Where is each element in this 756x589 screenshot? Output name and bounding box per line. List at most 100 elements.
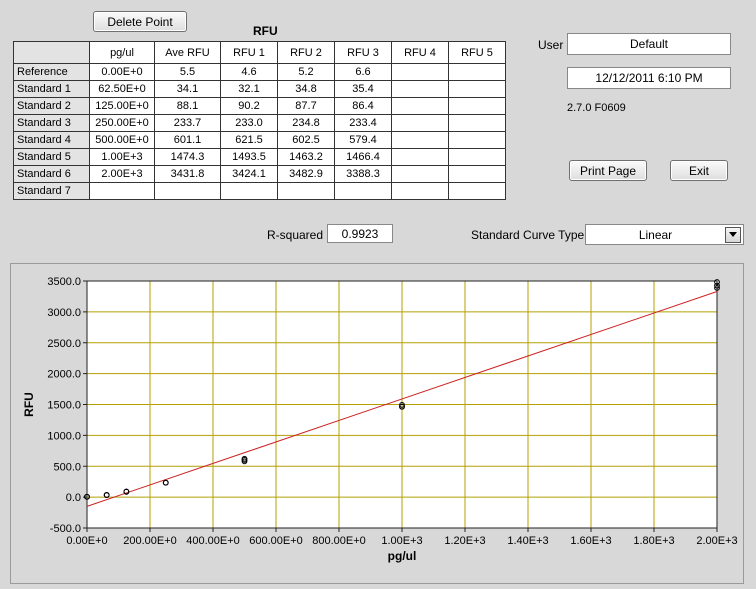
curve-type-value: Linear — [638, 227, 673, 242]
column-header: RFU 2 — [277, 41, 335, 64]
rsquared-value: 0.9923 — [327, 224, 393, 243]
y-tick-label: 0.0 — [66, 492, 81, 504]
table-cell[interactable] — [448, 63, 506, 81]
print-page-button[interactable]: Print Page — [569, 160, 647, 181]
x-tick-label: 0.00E+0 — [66, 535, 107, 547]
x-tick-label: 800.00E+0 — [312, 535, 366, 547]
table-cell[interactable] — [89, 182, 155, 200]
table-cell[interactable]: 233.4 — [334, 114, 392, 132]
table-corner-cell — [13, 41, 90, 64]
column-header: RFU 1 — [220, 41, 278, 64]
x-tick-label: 200.00E+0 — [123, 535, 177, 547]
rfu-table: pg/ul Ave RFU RFU 1 RFU 2 RFU 3 RFU 4 RF… — [13, 41, 506, 200]
table-cell[interactable]: 62.50E+0 — [89, 80, 155, 98]
table-title: RFU — [253, 24, 278, 38]
table-cell[interactable]: 1463.2 — [277, 148, 335, 166]
table-cell[interactable]: 3388.3 — [334, 165, 392, 183]
column-header: RFU 5 — [448, 41, 506, 64]
x-tick-label: 2.00E+3 — [696, 535, 737, 547]
table-cell[interactable] — [154, 182, 221, 200]
table-cell[interactable]: 2.00E+3 — [89, 165, 155, 183]
table-cell[interactable] — [448, 97, 506, 115]
table-cell[interactable] — [391, 165, 449, 183]
table-cell[interactable] — [448, 165, 506, 183]
table-cell[interactable]: 87.7 — [277, 97, 335, 115]
table-cell[interactable] — [391, 80, 449, 98]
y-tick-label: 3500.0 — [47, 276, 81, 288]
table-cell[interactable] — [448, 114, 506, 132]
table-cell[interactable]: 88.1 — [154, 97, 221, 115]
table-cell[interactable]: 0.00E+0 — [89, 63, 155, 81]
table-cell[interactable] — [391, 182, 449, 200]
table-cell[interactable] — [448, 80, 506, 98]
x-tick-label: 1.40E+3 — [507, 535, 548, 547]
y-axis-label: RFU — [22, 392, 36, 417]
table-cell[interactable]: 35.4 — [334, 80, 392, 98]
table-cell[interactable]: 621.5 — [220, 131, 278, 149]
delete-point-button[interactable]: Delete Point — [93, 11, 187, 32]
table-cell[interactable]: 90.2 — [220, 97, 278, 115]
x-tick-label: 400.00E+0 — [186, 535, 240, 547]
table-cell[interactable]: 500.00E+0 — [89, 131, 155, 149]
table-cell[interactable]: 3482.9 — [277, 165, 335, 183]
table-cell[interactable]: 601.1 — [154, 131, 221, 149]
table-cell[interactable]: 3424.1 — [220, 165, 278, 183]
table-cell[interactable] — [391, 131, 449, 149]
table-cell[interactable]: 5.2 — [277, 63, 335, 81]
exit-button[interactable]: Exit — [670, 160, 728, 181]
table-cell[interactable] — [391, 114, 449, 132]
y-tick-label: 2500.0 — [47, 338, 81, 350]
row-header: Standard 6 — [13, 165, 90, 183]
y-tick-label: 3000.0 — [47, 307, 81, 319]
table-cell[interactable]: 1.00E+3 — [89, 148, 155, 166]
user-label: User — [538, 38, 564, 52]
standard-curve-chart: 0.00E+0 200.00E+0 400.00E+0 600.00E+0 800.00… — [22, 276, 738, 563]
table-cell[interactable]: 6.6 — [334, 63, 392, 81]
table-cell[interactable]: 602.5 — [277, 131, 335, 149]
table-cell[interactable] — [220, 182, 278, 200]
row-header: Reference — [13, 63, 90, 81]
table-cell[interactable] — [448, 148, 506, 166]
row-header: Standard 7 — [13, 182, 90, 200]
table-cell[interactable]: 86.4 — [334, 97, 392, 115]
table-cell[interactable] — [448, 182, 506, 200]
version-label: 2.7.0 F0609 — [567, 102, 626, 114]
table-cell[interactable]: 1474.3 — [154, 148, 221, 166]
table-cell[interactable]: 34.1 — [154, 80, 221, 98]
row-header: Standard 4 — [13, 131, 90, 149]
dropdown-arrow-icon[interactable] — [725, 226, 741, 243]
table-cell[interactable]: 34.8 — [277, 80, 335, 98]
table-cell[interactable] — [391, 63, 449, 81]
x-tick-label: 1.20E+3 — [444, 535, 485, 547]
table-cell[interactable]: 1466.4 — [334, 148, 392, 166]
column-header: Ave RFU — [154, 41, 221, 64]
y-tick-label: 500.0 — [53, 461, 81, 473]
table-cell[interactable]: 5.5 — [154, 63, 221, 81]
table-cell[interactable]: 250.00E+0 — [89, 114, 155, 132]
table-cell[interactable] — [277, 182, 335, 200]
y-tick-label: 1000.0 — [47, 430, 81, 442]
table-cell[interactable]: 1493.5 — [220, 148, 278, 166]
table-cell[interactable]: 32.1 — [220, 80, 278, 98]
table-cell[interactable]: 233.7 — [154, 114, 221, 132]
y-tick-label: 1500.0 — [47, 400, 81, 412]
table-cell[interactable] — [391, 148, 449, 166]
table-cell[interactable]: 234.8 — [277, 114, 335, 132]
table-row: Standard 6 2.00E+3 3431.8 3424.1 3482.9 3388.… — [13, 165, 506, 183]
x-axis-label: pg/ul — [388, 549, 417, 563]
table-cell[interactable]: 579.4 — [334, 131, 392, 149]
table-row: Standard 4 500.00E+0 601.1 621.5 602.5 579.4 — [13, 131, 506, 149]
table-cell[interactable]: 125.00E+0 — [89, 97, 155, 115]
table-cell[interactable]: 233.0 — [220, 114, 278, 132]
rsquared-label: R-squared — [267, 228, 324, 242]
table-cell[interactable] — [448, 131, 506, 149]
table-cell[interactable]: 3431.8 — [154, 165, 221, 183]
table-cell[interactable] — [391, 97, 449, 115]
curve-type-select[interactable]: Linear — [585, 224, 744, 245]
row-header: Standard 5 — [13, 148, 90, 166]
column-header: RFU 3 — [334, 41, 392, 64]
row-header: Standard 1 — [13, 80, 90, 98]
user-field[interactable]: Default — [567, 33, 731, 55]
table-cell[interactable] — [334, 182, 392, 200]
table-cell[interactable]: 4.6 — [220, 63, 278, 81]
